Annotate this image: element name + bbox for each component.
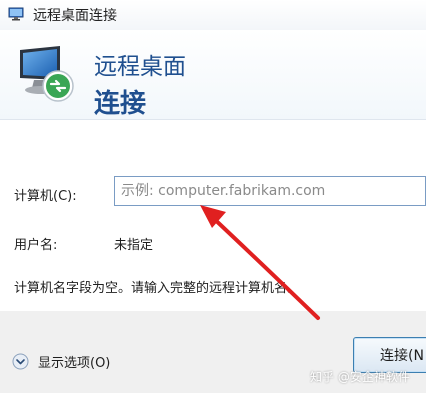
header-title-line2: 连接 [94, 89, 147, 119]
window-title: 远程桌面连接 [33, 8, 117, 24]
computer-input[interactable] [114, 176, 426, 206]
header-title-line1: 远程桌面 [94, 54, 186, 80]
chevron-down-icon [12, 353, 29, 370]
remote-desktop-icon [8, 7, 24, 21]
watermark: 知乎 @安企神软件 [310, 370, 410, 384]
show-options-toggle[interactable]: 显示选项(O) [12, 352, 110, 371]
computer-label: 计算机(C): [14, 189, 77, 204]
monitor-connection-icon [20, 46, 74, 102]
show-options-label: 显示选项(O) [38, 356, 111, 371]
title-bar: 远程桌面连接 [0, 0, 426, 30]
validation-message: 计算机名字段为空。请输入完整的远程计算机名。 [14, 281, 301, 296]
header-banner: 远程桌面 连接 [0, 30, 426, 120]
username-value: 未指定 [114, 238, 154, 253]
connection-form: 计算机(C): 用户名: 未指定 计算机名字段为空。请输入完整的远程计算机名。 [0, 121, 426, 311]
username-label: 用户名: [14, 238, 58, 253]
